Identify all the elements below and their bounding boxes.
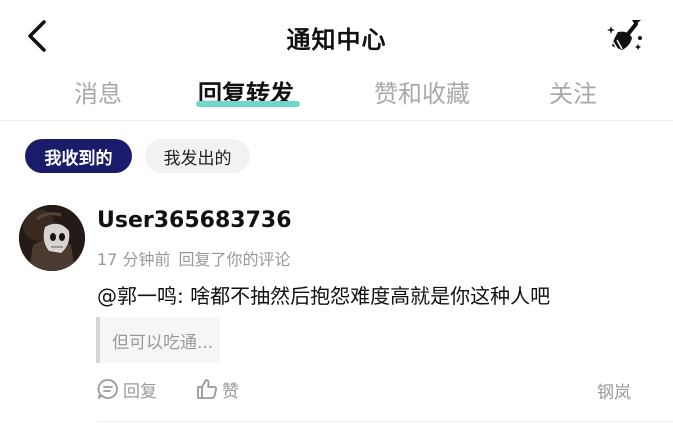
- reply-content[interactable]: @郭一鸣: 啥都不抽然后抱怨难度高就是你这种人吧: [97, 280, 550, 309]
- tab-bar: 消息 回复转发 赞和收藏 关注: [0, 70, 673, 118]
- source-tag[interactable]: 钢岚: [597, 378, 631, 403]
- reply-label: 回复: [123, 381, 157, 402]
- comment-icon: [97, 379, 118, 399]
- thumbs-up-icon: [197, 379, 217, 399]
- notification-meta: 17 分钟前 回复了你的评论: [97, 246, 298, 270]
- clear-notifications-button[interactable]: [606, 16, 646, 56]
- like-button[interactable]: 赞: [196, 376, 239, 402]
- filter-sent[interactable]: 我发出的: [145, 139, 250, 173]
- active-tab-indicator: [196, 101, 300, 107]
- username[interactable]: User365683736: [97, 208, 292, 233]
- quoted-comment[interactable]: 但可以吃通...: [96, 317, 220, 363]
- action-text: 回复了你的评论: [178, 250, 291, 269]
- tab-messages[interactable]: 消息: [74, 74, 122, 109]
- tab-likes-favorites[interactable]: 赞和收藏: [374, 74, 470, 109]
- divider: [97, 421, 673, 422]
- tab-follows[interactable]: 关注: [549, 74, 597, 109]
- quoted-comment-text: 但可以吃通...: [112, 332, 214, 353]
- reply-button[interactable]: 回复: [97, 376, 157, 402]
- avatar-image: [19, 205, 85, 271]
- timestamp: 17 分钟前: [97, 250, 171, 269]
- filter-received[interactable]: 我收到的: [25, 139, 132, 173]
- like-label: 赞: [222, 381, 239, 402]
- broom-sparkle-icon: [607, 20, 642, 51]
- divider: [0, 120, 673, 121]
- avatar[interactable]: [19, 205, 85, 271]
- page-title: 通知中心: [286, 26, 387, 54]
- top-bar: 通知中心: [0, 0, 673, 70]
